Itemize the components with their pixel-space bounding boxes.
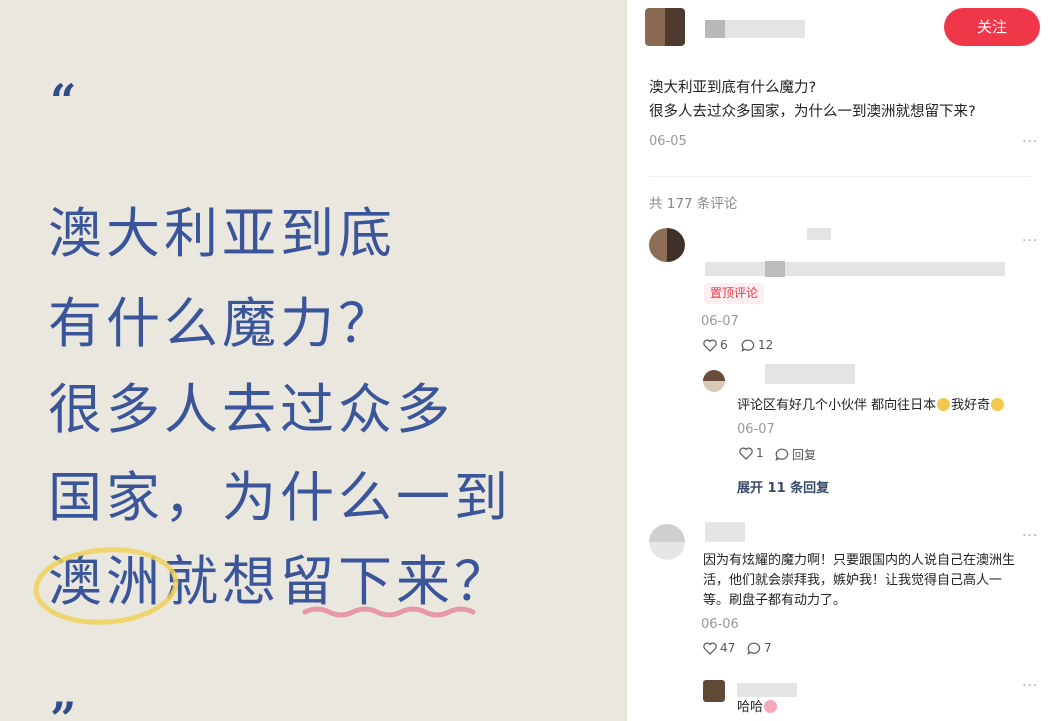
chat-bubble-icon bbox=[775, 448, 789, 461]
comment-2-username-blurred[interactable] bbox=[705, 522, 745, 542]
comment-1-username-blurred[interactable] bbox=[807, 228, 831, 240]
comment-2-date: 06-06 bbox=[701, 617, 739, 632]
comment-1-avatar[interactable] bbox=[649, 228, 685, 262]
reply-1-avatar[interactable] bbox=[703, 370, 725, 392]
thinking-emoji-icon bbox=[991, 398, 1005, 411]
comment-2-like[interactable]: 47 bbox=[703, 641, 735, 655]
reply-1-username-blurred[interactable] bbox=[765, 364, 855, 384]
reply-label: 回复 bbox=[792, 448, 817, 462]
comment-1-date: 06-07 bbox=[701, 314, 739, 329]
reply-2-avatar[interactable] bbox=[703, 680, 725, 702]
reply-1-like[interactable]: 1 bbox=[739, 446, 764, 460]
comment-1-like-count: 6 bbox=[720, 338, 728, 352]
post-more-icon[interactable]: ··· bbox=[1022, 134, 1038, 150]
author-avatar[interactable] bbox=[645, 8, 685, 46]
comment-2-reply[interactable]: 7 bbox=[747, 641, 772, 655]
pig-emoji-icon bbox=[764, 700, 778, 713]
reply-1-reply-button[interactable]: 回复 bbox=[775, 446, 816, 463]
chat-bubble-icon bbox=[741, 339, 755, 352]
comment-2-avatar[interactable] bbox=[649, 524, 685, 560]
pinned-comment-badge: 置顶评论 bbox=[704, 283, 765, 304]
reply-2-more-icon[interactable]: ··· bbox=[1022, 678, 1038, 694]
post-image-card[interactable]: “ 澳大利亚到底 有什么魔力？ 很多人去过众多 国家，为什么一到 澳洲就想留下来… bbox=[0, 0, 627, 721]
heart-icon bbox=[739, 447, 753, 460]
comments-count: 共 177 条评论 bbox=[649, 196, 738, 212]
heart-icon bbox=[703, 642, 717, 655]
post-detail-panel: 关注 澳大利亚到底有什么魔力? 很多人去过众多国家，为什么一到澳洲就想留下来? … bbox=[627, 0, 1048, 721]
comment-1-text-blurred bbox=[705, 262, 1005, 276]
comment-2-reply-count: 7 bbox=[764, 641, 772, 655]
comment-1-reply[interactable]: 12 bbox=[741, 338, 773, 352]
author-name-blurred-2 bbox=[725, 20, 805, 38]
comment-1-more-icon[interactable]: ··· bbox=[1022, 233, 1038, 249]
reply-2-username-blurred[interactable] bbox=[737, 683, 797, 697]
comment-1-like[interactable]: 6 bbox=[703, 338, 728, 352]
laughing-emoji-icon bbox=[937, 398, 951, 411]
reply-1-text: 评论区有好几个小伙伴 都向往日本 我好奇 bbox=[737, 396, 1005, 416]
highlight-doodles bbox=[33, 547, 476, 625]
comment-1-reply-count: 12 bbox=[758, 338, 774, 352]
expand-replies-link[interactable]: 展开 11 条回复 bbox=[737, 477, 829, 496]
close-quote-mark: ” bbox=[50, 692, 77, 721]
chat-bubble-icon bbox=[747, 642, 761, 655]
comment-2-more-icon[interactable]: ··· bbox=[1022, 528, 1038, 544]
pink-wave-underline bbox=[302, 606, 476, 618]
reply-1-date: 06-07 bbox=[737, 422, 775, 437]
post-date: 06-05 bbox=[649, 134, 687, 149]
post-title: 澳大利亚到底有什么魔力? bbox=[649, 80, 817, 96]
heart-icon bbox=[703, 339, 717, 352]
reply-1-like-count: 1 bbox=[756, 446, 764, 460]
follow-button[interactable]: 关注 bbox=[944, 8, 1040, 46]
author-name-blurred[interactable] bbox=[705, 20, 725, 38]
post-body: 很多人去过众多国家，为什么一到澳洲就想留下来? bbox=[649, 104, 976, 120]
comment-2-like-count: 47 bbox=[720, 641, 736, 655]
reply-2-text: 哈哈 bbox=[737, 698, 778, 718]
post-divider bbox=[649, 176, 1031, 177]
comment-2-text: 因为有炫耀的魔力啊！只要跟国内的人说自己在澳洲生活，他们就会崇拜我，嫉妒我！让我… bbox=[703, 553, 1016, 608]
comment-1-text-blurred-2 bbox=[765, 261, 785, 277]
yellow-circle-doodle bbox=[33, 547, 179, 625]
